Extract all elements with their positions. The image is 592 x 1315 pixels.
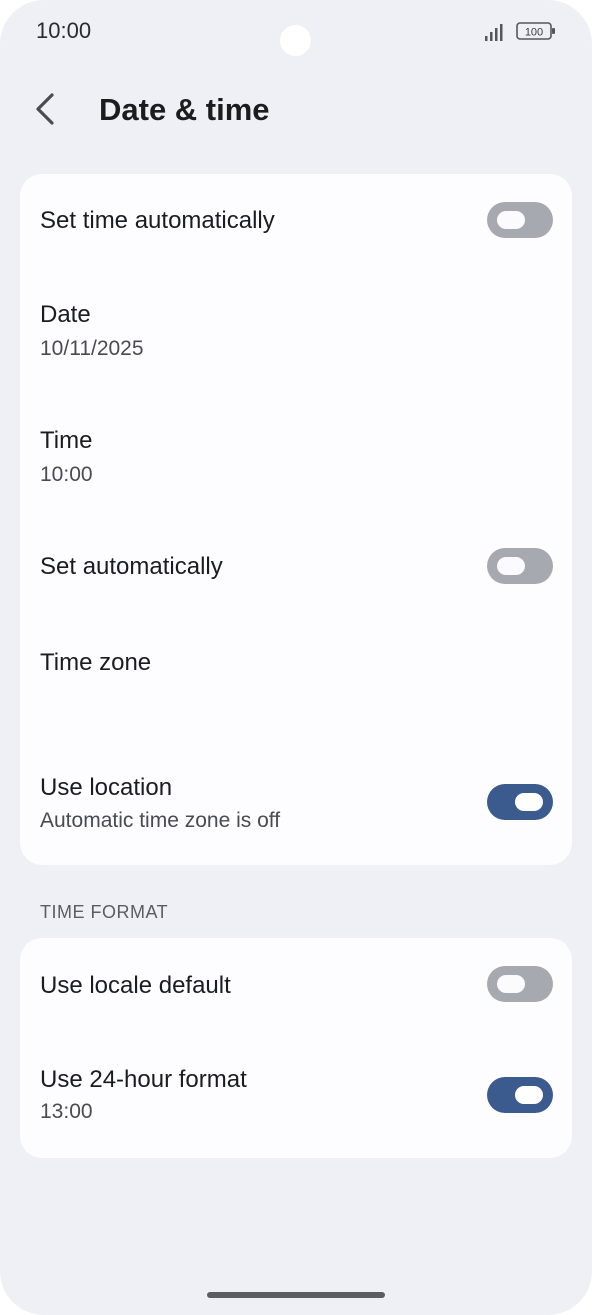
time-zone-row[interactable]: Time zone [20,612,572,752]
battery-level-text: 100 [525,27,543,39]
use-24-hour-format-label: Use 24-hour format [40,1066,247,1093]
battery-icon: 100 [516,22,555,40]
use-location-row[interactable]: Use location Automatic time zone is off [20,752,572,865]
toggle-knob [497,975,525,993]
page-title: Date & time [99,92,270,127]
time-value: 10:00 [40,463,93,486]
use-locale-default-toggle[interactable] [487,966,553,1002]
date-time-settings-card: Set time automatically Date 10/11/2025 T… [20,174,572,865]
time-label: Time [40,427,93,454]
time-format-section-header: TIME FORMAT [40,902,169,922]
set-time-automatically-row[interactable]: Set time automatically [20,174,572,270]
use-locale-default-row[interactable]: Use locale default [20,938,572,1034]
status-bar-time: 10:00 [36,18,92,43]
use-24-hour-format-example: 13:00 [40,1100,93,1123]
time-zone-label: Time zone [40,649,152,676]
toggle-knob [497,557,525,575]
use-location-toggle[interactable] [487,784,553,820]
phone-screen: 10:00 100 Date & time Set time automatic… [0,0,592,1315]
set-automatically-label: Set automatically [40,553,223,580]
set-time-automatically-toggle[interactable] [487,202,553,238]
date-label: Date [40,301,91,328]
set-automatically-toggle[interactable] [487,548,553,584]
use-24-hour-format-row[interactable]: Use 24-hour format 13:00 [20,1034,572,1158]
use-location-label: Use location [40,774,173,801]
signal-icon [485,24,503,41]
use-locale-default-label: Use locale default [40,972,231,999]
camera-cutout [280,25,311,56]
toggle-knob [515,793,543,811]
back-button[interactable] [22,86,68,132]
home-indicator[interactable] [207,1292,385,1298]
toggle-knob [515,1086,543,1104]
toggle-knob [497,211,525,229]
date-row[interactable]: Date 10/11/2025 [20,270,572,396]
date-value: 10/11/2025 [40,337,144,360]
set-time-automatically-label: Set time automatically [40,207,275,234]
use-location-subtitle: Automatic time zone is off [40,809,281,832]
set-automatically-row[interactable]: Set automatically [20,522,572,612]
back-arrow-icon [36,93,54,125]
time-format-card: Use locale default Use 24-hour format 13… [20,938,572,1158]
use-24-hour-format-toggle[interactable] [487,1077,553,1113]
time-row[interactable]: Time 10:00 [20,396,572,522]
